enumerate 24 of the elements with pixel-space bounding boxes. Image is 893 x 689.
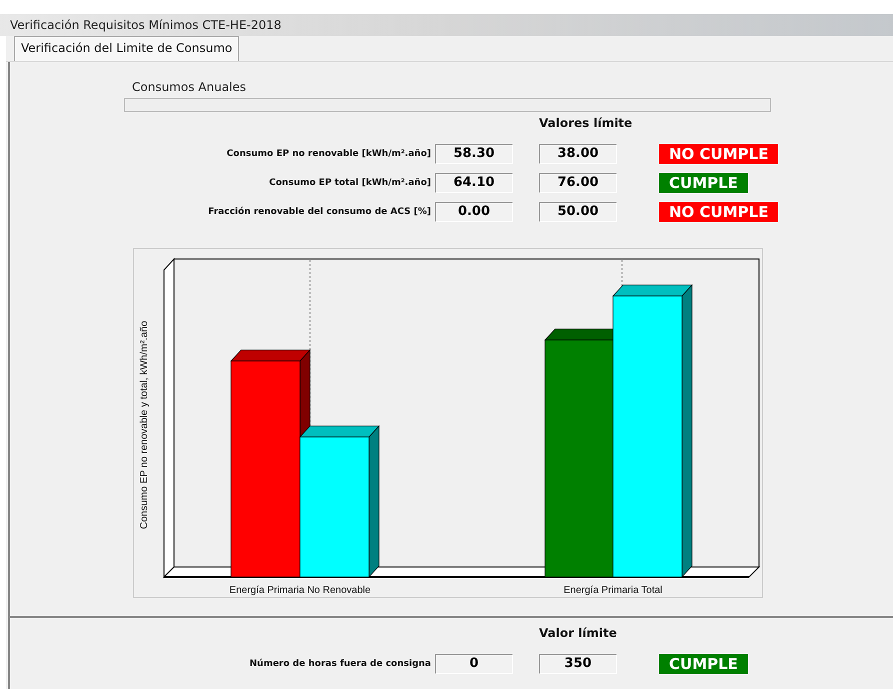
status-badge: NO CUMPLE [659, 202, 778, 222]
limit-field: 50.00 [539, 202, 617, 222]
group-title: Consumos Anuales [132, 80, 248, 94]
category-label: Energía Primaria Total [564, 585, 662, 596]
status-badge: CUMPLE [659, 654, 748, 674]
window-title: Verificación Requisitos Mínimos CTE-HE-2018 [10, 18, 282, 32]
axis-label: Consumo EP no renovable y total, kWh/m².año [139, 320, 150, 530]
row-label: Número de horas fuera de consigna [248, 659, 432, 669]
value-field: 0 [435, 654, 513, 674]
row-label: Fracción renovable del consumo de ACS [%] [207, 207, 432, 217]
tab[interactable]: Verificación del Limite de Consumo [14, 36, 240, 61]
row-label: Consumo EP total [kWh/m².año] [268, 178, 432, 188]
limit-field: 38.00 [539, 144, 617, 164]
column-heading: Valores límite [539, 116, 632, 130]
status-badge: NO CUMPLE [659, 144, 778, 164]
row-label: Consumo EP no renovable [kWh/m².año] [226, 149, 432, 159]
value-field: 58.30 [435, 144, 513, 164]
value-field: 64.10 [435, 173, 513, 193]
column-heading: Valor límite [539, 626, 617, 640]
limit-field: 350 [539, 654, 617, 674]
limit-field: 76.00 [539, 173, 617, 193]
category-label: Energía Primaria No Renovable [229, 585, 371, 596]
value-field: 0.00 [435, 202, 513, 222]
status-badge: CUMPLE [659, 173, 748, 193]
